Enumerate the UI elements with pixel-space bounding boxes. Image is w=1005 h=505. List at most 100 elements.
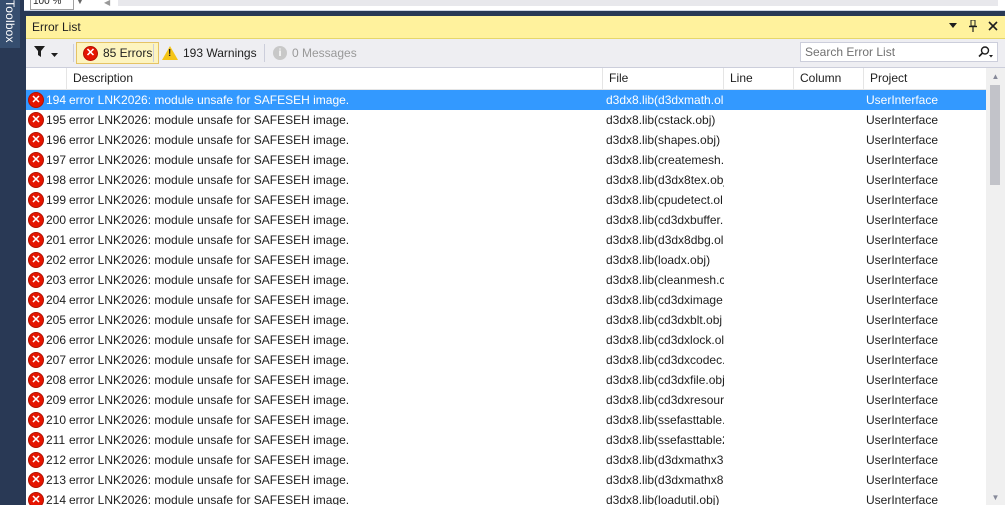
error-circle-icon: ✕ (28, 352, 44, 368)
row-file: d3dx8.lib(cd3dxcodec. (606, 353, 724, 367)
row-project: UserInterface (866, 113, 939, 127)
grid-rows: ✕ 194 error LNK2026: module unsafe for SAF… (26, 90, 986, 505)
row-project: UserInterface (866, 413, 939, 427)
table-row[interactable]: ✕ 210 error LNK2026: module unsafe for SAF… (26, 410, 986, 430)
chevron-down-icon[interactable] (947, 19, 959, 33)
filter-button[interactable] (34, 44, 70, 62)
panel-title: Error List (32, 20, 81, 34)
errors-count-label: 85 Errors (103, 46, 153, 60)
zoom-dropdown-icon[interactable]: ▼ (76, 0, 86, 7)
row-number: 201 (46, 233, 67, 247)
table-row[interactable]: ✕ 202 error LNK2026: module unsafe for SAF… (26, 250, 986, 270)
row-project: UserInterface (866, 433, 939, 447)
row-project: UserInterface (866, 93, 939, 107)
error-circle-icon: ✕ (28, 132, 44, 148)
scroll-down-icon[interactable]: ▼ (986, 489, 1005, 505)
table-row[interactable]: ✕ 212 error LNK2026: module unsafe for SAF… (26, 450, 986, 470)
grid-header: Description File Line Column Project (26, 68, 986, 90)
row-file: d3dx8.lib(d3dx8tex.obj (606, 173, 724, 187)
error-circle-icon: ✕ (28, 392, 44, 408)
row-file: d3dx8.lib(cd3dximage (606, 293, 723, 307)
row-project: UserInterface (866, 313, 939, 327)
close-icon[interactable] (987, 19, 999, 33)
row-file: d3dx8.lib(shapes.obj) (606, 133, 721, 147)
table-row[interactable]: ✕ 198 error LNK2026: module unsafe for SAF… (26, 170, 986, 190)
toolbox-tab[interactable]: Toolbox (0, 0, 20, 48)
row-file: d3dx8.lib(cd3dxbuffer. (606, 213, 724, 227)
row-number: 194 (46, 93, 67, 107)
errors-filter-toggle[interactable]: ✕ 85 Errors (76, 42, 160, 64)
table-row[interactable]: ✕ 205 error LNK2026: module unsafe for SAF… (26, 310, 986, 330)
table-row[interactable]: ✕ 194 error LNK2026: module unsafe for SAF… (26, 90, 986, 110)
error-circle-icon: ✕ (28, 92, 44, 108)
column-header-line[interactable]: Line (723, 68, 793, 89)
row-file: d3dx8.lib(d3dx8dbg.ol (606, 233, 724, 247)
chevron-down-icon (51, 46, 58, 60)
table-row[interactable]: ✕ 208 error LNK2026: module unsafe for SAF… (26, 370, 986, 390)
row-file: d3dx8.lib(cd3dxblt.obj (606, 313, 723, 327)
row-project: UserInterface (866, 453, 939, 467)
warnings-filter-toggle[interactable]: ! 193 Warnings (156, 42, 263, 64)
error-circle-icon: ✕ (28, 292, 44, 308)
scroll-thumb[interactable] (990, 85, 1000, 185)
pin-icon[interactable] (967, 19, 979, 33)
table-row[interactable]: ✕ 199 error LNK2026: module unsafe for SAF… (26, 190, 986, 210)
column-header-column[interactable]: Column (793, 68, 863, 89)
column-header-file[interactable]: File (602, 68, 723, 89)
row-description: error LNK2026: module unsafe for SAFESEH… (69, 233, 350, 247)
row-number: 200 (46, 213, 67, 227)
warnings-count-label: 193 Warnings (183, 46, 257, 60)
table-row[interactable]: ✕ 196 error LNK2026: module unsafe for SAF… (26, 130, 986, 150)
row-description: error LNK2026: module unsafe for SAFESEH… (69, 293, 350, 307)
row-description: error LNK2026: module unsafe for SAFESEH… (69, 333, 350, 347)
row-description: error LNK2026: module unsafe for SAFESEH… (69, 453, 350, 467)
row-project: UserInterface (866, 133, 939, 147)
table-row[interactable]: ✕ 211 error LNK2026: module unsafe for SAF… (26, 430, 986, 450)
table-row[interactable]: ✕ 201 error LNK2026: module unsafe for SAF… (26, 230, 986, 250)
column-header-description[interactable]: Description (66, 68, 602, 89)
row-file: d3dx8.lib(ssefasttable. (606, 413, 724, 427)
row-description: error LNK2026: module unsafe for SAFESEH… (69, 473, 350, 487)
scroll-left-icon[interactable]: ◀ (104, 0, 112, 7)
row-description: error LNK2026: module unsafe for SAFESEH… (69, 93, 350, 107)
table-row[interactable]: ✕ 213 error LNK2026: module unsafe for SAF… (26, 470, 986, 490)
table-row[interactable]: ✕ 204 error LNK2026: module unsafe for SAF… (26, 290, 986, 310)
row-description: error LNK2026: module unsafe for SAFESEH… (69, 253, 350, 267)
messages-count-label: 0 Messages (292, 46, 357, 60)
editor-hscrollbar[interactable] (118, 0, 998, 6)
error-circle-icon: ✕ (83, 45, 98, 61)
row-project: UserInterface (866, 353, 939, 367)
error-circle-icon: ✕ (28, 252, 44, 268)
row-project: UserInterface (866, 233, 939, 247)
column-header-icon[interactable] (26, 68, 66, 89)
row-description: error LNK2026: module unsafe for SAFESEH… (69, 493, 350, 505)
table-row[interactable]: ✕ 200 error LNK2026: module unsafe for SAF… (26, 210, 986, 230)
table-row[interactable]: ✕ 207 error LNK2026: module unsafe for SAF… (26, 350, 986, 370)
scroll-up-icon[interactable]: ▲ (986, 68, 1005, 84)
error-circle-icon: ✕ (28, 232, 44, 248)
row-project: UserInterface (866, 213, 939, 227)
table-row[interactable]: ✕ 197 error LNK2026: module unsafe for SAF… (26, 150, 986, 170)
row-number: 209 (46, 393, 67, 407)
table-row[interactable]: ✕ 195 error LNK2026: module unsafe for SAF… (26, 110, 986, 130)
row-number: 207 (46, 353, 67, 367)
messages-filter-toggle[interactable]: i 0 Messages (267, 42, 363, 64)
zoom-combo[interactable]: 100 % (30, 0, 74, 10)
row-number: 211 (46, 433, 66, 447)
row-number: 196 (46, 133, 67, 147)
row-number: 206 (46, 333, 67, 347)
row-description: error LNK2026: module unsafe for SAFESEH… (69, 393, 350, 407)
search-box (800, 42, 998, 62)
error-circle-icon: ✕ (28, 172, 44, 188)
table-row[interactable]: ✕ 203 error LNK2026: module unsafe for SAF… (26, 270, 986, 290)
table-row[interactable]: ✕ 214 error LNK2026: module unsafe for SAF… (26, 490, 986, 505)
search-icon[interactable] (977, 46, 997, 58)
column-header-project[interactable]: Project (863, 68, 986, 89)
row-description: error LNK2026: module unsafe for SAFESEH… (69, 173, 350, 187)
search-input[interactable] (801, 44, 977, 60)
table-row[interactable]: ✕ 209 error LNK2026: module unsafe for SAF… (26, 390, 986, 410)
grid-vscrollbar[interactable]: ▲ ▼ (986, 68, 1005, 505)
table-row[interactable]: ✕ 206 error LNK2026: module unsafe for SAF… (26, 330, 986, 350)
filter-funnel-icon (34, 46, 45, 60)
row-project: UserInterface (866, 193, 939, 207)
